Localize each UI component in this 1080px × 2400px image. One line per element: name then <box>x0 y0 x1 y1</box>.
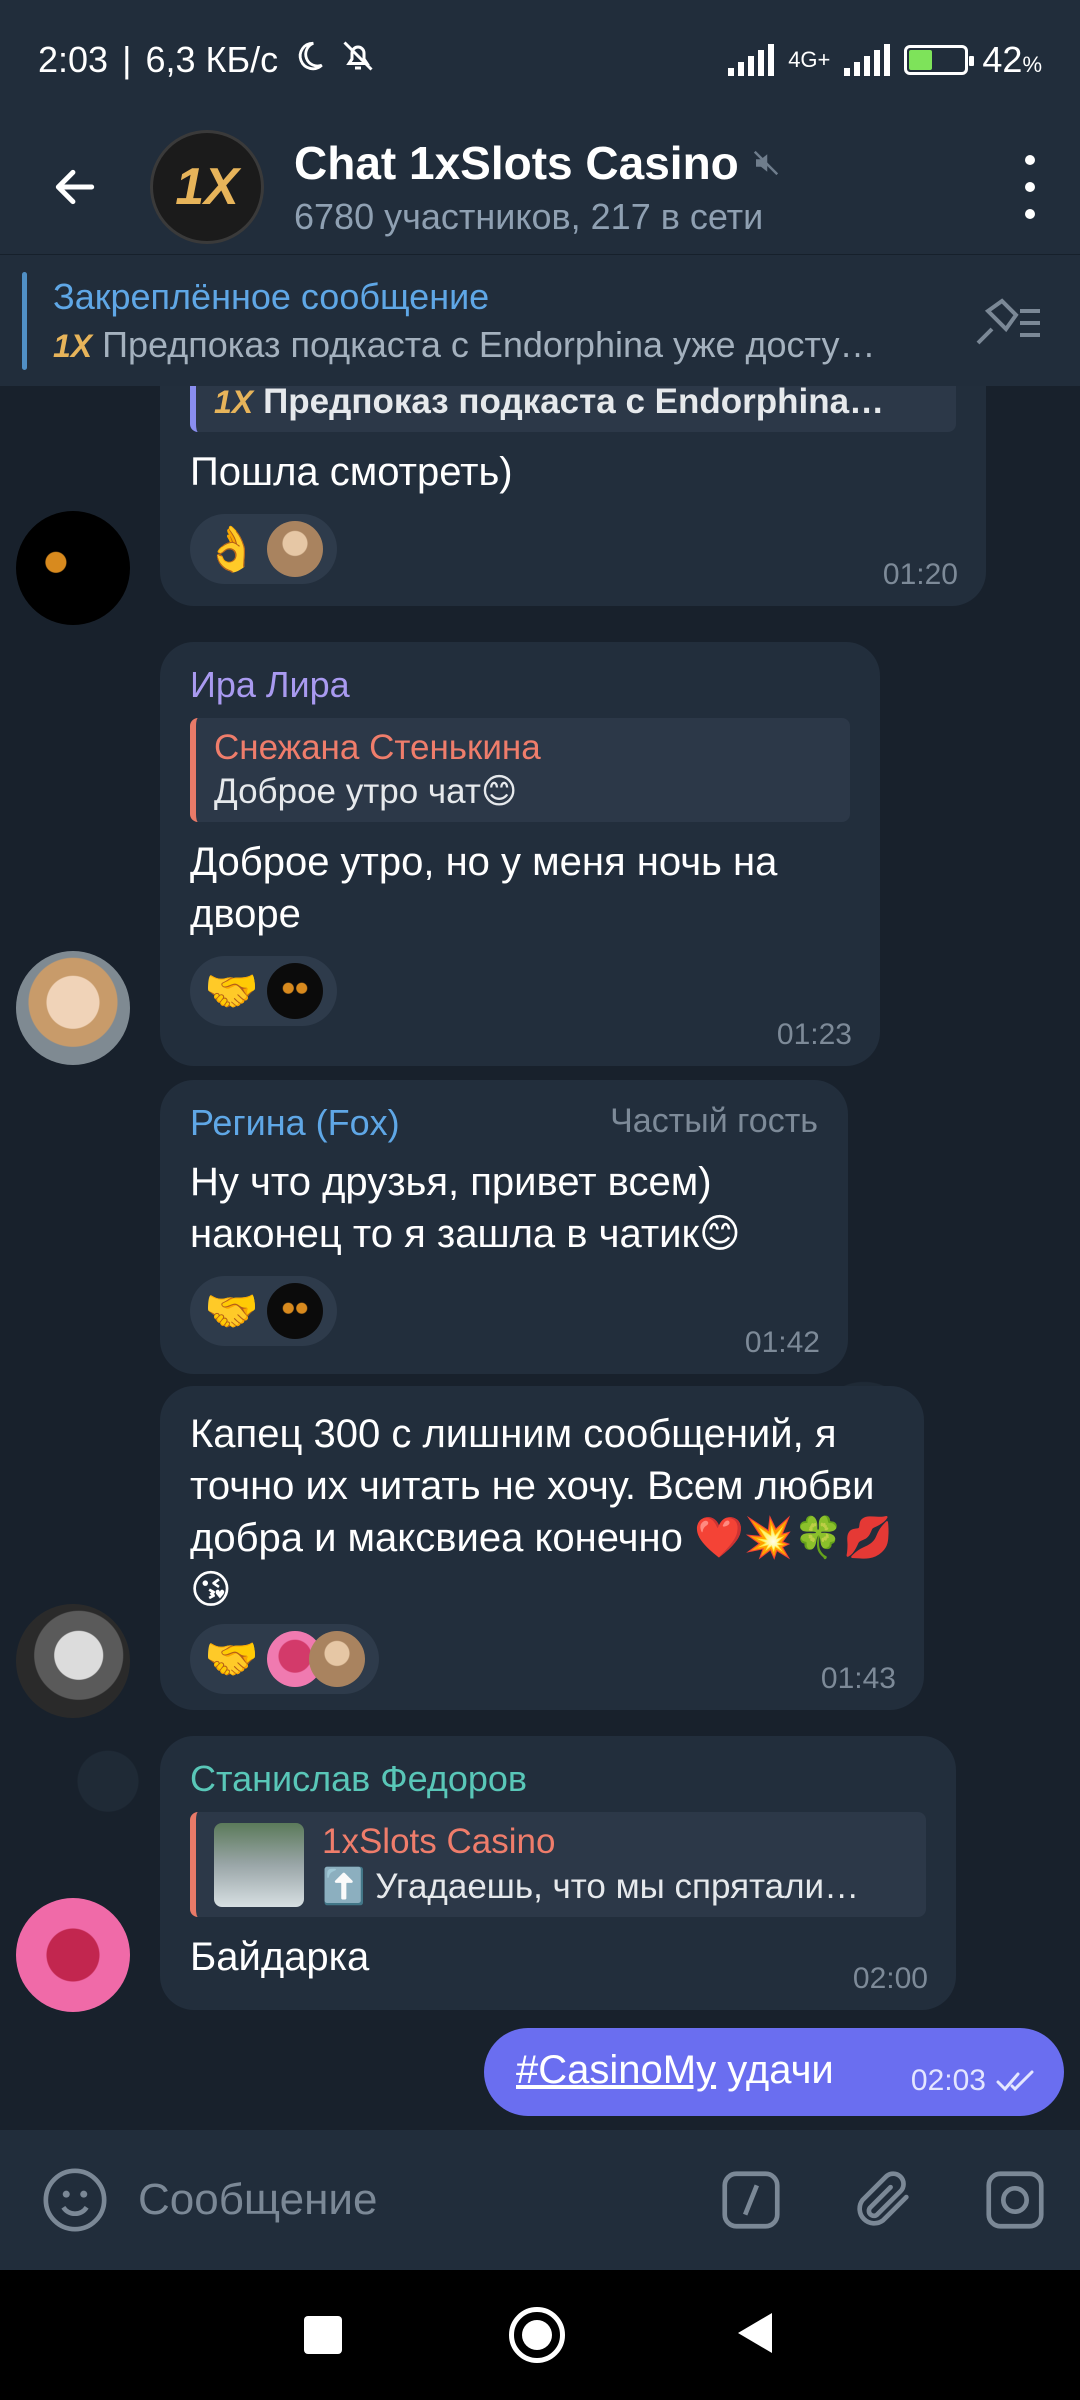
bell-off-icon <box>340 38 376 83</box>
camera-icon[interactable] <box>980 2165 1050 2240</box>
message-time: 01:20 <box>882 558 958 591</box>
reply-body: 1xSlots Casino ⬆️ Угадаешь, что мы спрят… <box>322 1822 859 1907</box>
casino-logo-icon: 1X <box>53 327 93 364</box>
reactor-avatar <box>308 1631 365 1687</box>
back-nav-button[interactable] <box>732 2309 776 2362</box>
hashtag-link[interactable]: #CasinoMy <box>516 2048 716 2092</box>
message-bubble[interactable]: Станислав Федоров 1xSlots Casino ⬆️ Угад… <box>160 1736 956 2010</box>
reactions[interactable]: 🤝 <box>190 1624 379 1694</box>
sender-row: Регина (Fox) Частый гость <box>190 1102 818 1144</box>
reaction-emoji: 🤝 <box>204 1287 259 1336</box>
message-bubble[interactable]: Регина (Fox) Частый гость Ну что друзья,… <box>160 1080 848 1374</box>
commands-icon[interactable] <box>716 2165 786 2240</box>
battery-icon <box>904 45 975 75</box>
reactions[interactable]: 🤝 <box>190 1276 337 1346</box>
message-text: Байдарка <box>190 1935 370 1979</box>
status-speed: 6,3 КБ/с <box>145 39 279 80</box>
reply-thumbnail <box>214 1822 304 1907</box>
outgoing-time-row: 02:03 <box>911 2064 1040 2098</box>
reactor-avatar <box>266 521 323 577</box>
pinned-preview: 1X Предпоказ подкаста с Endorphina уже до… <box>53 323 876 365</box>
status-left: 2:03 | 6,3 КБ/с <box>38 38 376 83</box>
message-time: 01:42 <box>744 1326 820 1359</box>
recent-apps-button[interactable] <box>303 2316 342 2354</box>
reaction-emoji: 🤝 <box>204 967 259 1016</box>
network-type: 4G+ <box>788 47 831 72</box>
pinned-message[interactable]: Закреплённое сообщение 1X Предпоказ подка… <box>0 254 1080 386</box>
message-time: 02:00 <box>852 1962 928 1995</box>
pin-list-icon[interactable] <box>972 295 1044 354</box>
message-input[interactable]: Сообщение <box>138 2175 377 2225</box>
casino-logo-icon: 1X <box>214 386 254 420</box>
outgoing-message-bubble[interactable]: #CasinoMy удачи 02:03 <box>484 2028 1064 2116</box>
more-options-icon[interactable] <box>1010 155 1050 219</box>
message-bubble[interactable]: Капец 300 с лишним сообщений, я точно их… <box>160 1386 924 1710</box>
signal-icon-2 <box>844 44 891 76</box>
chat-header: 1X Chat 1xSlots Casino 6780 участников, … <box>0 120 1080 254</box>
status-separator: | <box>122 39 132 80</box>
outgoing-time: 02:03 <box>910 2064 986 2097</box>
pinned-indicator <box>22 271 27 370</box>
moon-icon <box>292 39 326 82</box>
reactions[interactable]: 👌 <box>190 514 337 584</box>
sender-name[interactable]: Регина (Fox) <box>190 1102 400 1144</box>
message-text: Пошла смотреть) <box>190 450 513 494</box>
reply-name: Снежана Стенькина <box>214 728 541 767</box>
message-time: 01:43 <box>820 1662 896 1695</box>
chat-area[interactable]: 1X Предпоказ подкаста с Endorphina… Пошла… <box>0 386 1080 2130</box>
sender-name[interactable]: Станислав Федоров <box>190 1758 926 1800</box>
signal-icon <box>728 44 775 76</box>
chat-subtitle: 6780 участников, 217 в сети <box>294 196 764 237</box>
reply-preview[interactable]: 1xSlots Casino ⬆️ Угадаешь, что мы спрят… <box>190 1812 926 1917</box>
chat-title: Chat 1xSlots Casino <box>294 136 781 190</box>
chat-avatar[interactable]: 1X <box>150 130 264 244</box>
message-text: Капец 300 с лишним сообщений, я точно их… <box>190 1412 894 1612</box>
avatar[interactable] <box>16 1604 130 1718</box>
sender-name[interactable]: Ира Лира <box>190 664 850 706</box>
outgoing-text: удачи <box>716 2048 834 2092</box>
double-check-icon <box>996 2070 1034 2092</box>
chat-title-text: Chat 1xSlots Casino <box>294 137 739 189</box>
reaction-emoji: 👌 <box>204 525 259 574</box>
battery-percent: 42% <box>982 39 1042 80</box>
reactor-avatar <box>266 963 323 1019</box>
reply-text: ⬆️ Угадаешь, что мы спрятали… <box>322 1867 860 1906</box>
status-time: 2:03 <box>38 39 109 80</box>
pinned-title: Закреплённое сообщение <box>53 275 490 317</box>
attach-icon[interactable] <box>848 2165 918 2240</box>
message-input-bar: Сообщение <box>0 2130 1080 2270</box>
reactions[interactable]: 🤝 <box>190 956 337 1026</box>
avatar[interactable] <box>16 511 130 625</box>
battery-fill <box>909 50 933 70</box>
avatar[interactable] <box>16 1898 130 2012</box>
reaction-emoji: 🤝 <box>204 1635 259 1684</box>
reply-text: 1X Предпоказ подкаста с Endorphina… <box>214 386 885 421</box>
message-text: Доброе утро, но у меня ночь на дворе <box>190 840 778 936</box>
chat-logo-text: 1X <box>175 158 239 216</box>
status-bar: 2:03 | 6,3 КБ/с 4G+ 42% <box>0 0 1080 120</box>
message-time: 01:23 <box>776 1018 852 1051</box>
arrow-left-icon <box>55 169 95 205</box>
avatar[interactable] <box>16 951 130 1065</box>
pinned-text-block: Закреплённое сообщение 1X Предпоказ подка… <box>53 276 933 366</box>
reply-text: Доброе утро чат😊 <box>214 772 518 811</box>
member-badge: Частый гость <box>610 1102 818 1140</box>
reactor-avatar <box>266 1283 323 1339</box>
message-bubble[interactable]: 1X Предпоказ подкаста с Endorphina… Пошла… <box>160 386 986 606</box>
emoji-icon[interactable] <box>40 2165 110 2240</box>
reply-preview[interactable]: Снежана Стенькина Доброе утро чат😊 <box>190 718 850 822</box>
home-button[interactable] <box>508 2307 565 2363</box>
status-right: 4G+ 42% <box>728 39 1042 81</box>
message-bubble[interactable]: Ира Лира Снежана Стенькина Доброе утро ч… <box>160 642 880 1066</box>
reply-name: 1xSlots Casino <box>322 1822 556 1861</box>
back-button[interactable] <box>0 120 150 254</box>
reply-preview[interactable]: 1X Предпоказ подкаста с Endorphina… <box>190 386 956 432</box>
muted-speaker-icon <box>753 150 778 176</box>
chat-title-block[interactable]: Chat 1xSlots Casino 6780 участников, 217… <box>294 136 781 238</box>
message-text: Ну что друзья, привет всем) наконец то я… <box>190 1160 741 1256</box>
system-nav-bar <box>0 2270 1080 2400</box>
